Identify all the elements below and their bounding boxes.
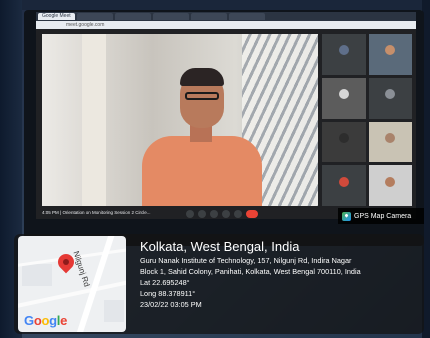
mic-button[interactable] (186, 210, 194, 218)
browser-tab-bar: Google Meet (36, 12, 416, 21)
location-map: Nilgunj Rd Google (18, 236, 126, 332)
avatar (338, 176, 349, 187)
background-pillar (82, 34, 106, 206)
gps-camera-app-name: GPS Map Camera (354, 212, 412, 220)
longitude: Long 88.378911° (140, 289, 196, 298)
photo: Google Meet meet.google.com 4:05 PM | Or… (0, 0, 430, 338)
captions-button[interactable] (210, 210, 218, 218)
latitude: Lat 22.695248° (140, 278, 190, 287)
avatar (385, 89, 396, 100)
avatar (385, 45, 396, 56)
gps-camera-badge: GPS Map Camera (338, 208, 424, 224)
google-logo: Google (24, 313, 68, 328)
avatar (385, 132, 396, 143)
monitor-bezel-top (0, 0, 430, 10)
map-block (22, 264, 52, 286)
avatar (338, 45, 349, 56)
avatar (338, 132, 349, 143)
gps-map-camera-icon (342, 211, 351, 221)
main-video (42, 34, 318, 206)
location-info: Kolkata, West Bengal, India Guru Nanak I… (140, 239, 426, 310)
meet-window: 4:05 PM | Orientation on Monitoring Sess… (36, 29, 416, 219)
location-title: Kolkata, West Bengal, India (140, 239, 300, 254)
participant-grid (322, 34, 412, 206)
url-bar[interactable]: meet.google.com (36, 21, 416, 29)
address-line-2: Block 1, Sahid Colony, Panihati, Kolkata… (140, 267, 361, 276)
speaker-hair (180, 68, 224, 86)
leave-call-button[interactable] (246, 210, 258, 218)
browser-tab[interactable] (114, 13, 151, 20)
datetime: 23/02/22 03:05 PM (140, 300, 202, 309)
present-button[interactable] (222, 210, 230, 218)
participant-tile[interactable] (322, 77, 366, 119)
meeting-info: 4:05 PM | Orientation on Monitoring Sess… (42, 210, 151, 215)
participant-tile[interactable] (322, 165, 366, 206)
participant-tile[interactable] (368, 121, 412, 163)
speaker-body (142, 136, 262, 206)
camera-button[interactable] (198, 210, 206, 218)
browser-tab[interactable] (76, 13, 113, 20)
map-block (104, 300, 124, 322)
browser-tab[interactable] (190, 13, 227, 20)
participant-tile[interactable] (322, 121, 366, 163)
avatar (338, 89, 349, 100)
browser-tab[interactable] (228, 13, 265, 20)
url-text: meet.google.com (66, 22, 105, 28)
meeting-name: Orientation on Monitoring Session 2 Circ… (62, 210, 151, 215)
participant-tile[interactable] (368, 165, 412, 206)
participant-tile[interactable] (368, 77, 412, 119)
avatar (385, 176, 396, 187)
speaker-glasses (185, 92, 219, 100)
browser-tab[interactable] (152, 13, 189, 20)
participant-tile[interactable] (322, 34, 366, 75)
more-options-button[interactable] (234, 210, 242, 218)
address-line-1: Guru Nanak Institute of Technology, 157,… (140, 256, 352, 265)
participant-tile[interactable] (368, 34, 412, 75)
browser-tab[interactable]: Google Meet (38, 13, 75, 20)
meeting-time: 4:05 PM (42, 210, 59, 215)
